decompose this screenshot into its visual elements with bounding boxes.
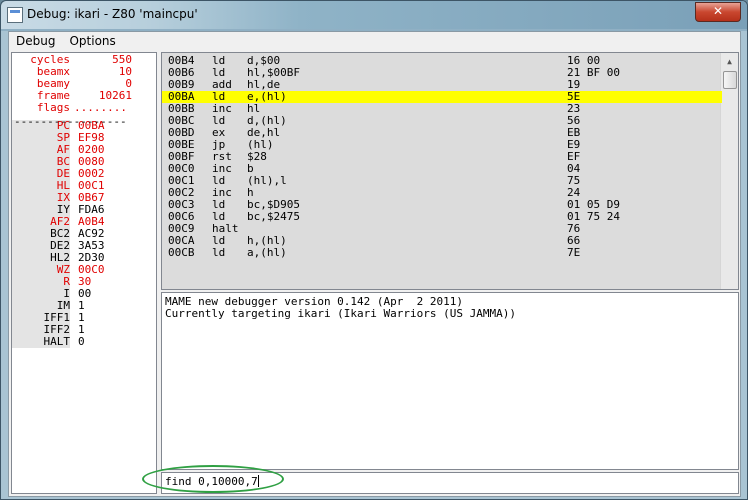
address: 00CB: [168, 246, 195, 259]
register-row: cycles 550: [12, 54, 156, 66]
register-name: HALT: [12, 336, 70, 348]
scroll-up-arrow-icon[interactable]: ▲: [721, 53, 738, 70]
register-value: 0: [78, 335, 85, 348]
disassembly-row[interactable]: 00CB ld a,(hl) 7E: [162, 247, 722, 259]
register-row: beamy 0: [12, 78, 156, 90]
disassembly-row[interactable]: 00C2 inc h 24: [162, 187, 722, 199]
menu-options[interactable]: Options: [62, 32, 122, 50]
register-separator: -----------------: [14, 115, 127, 128]
disassembly-row[interactable]: 00C0 inc b 04: [162, 163, 722, 175]
window-title: Debug: ikari - Z80 'maincpu': [27, 7, 198, 21]
disassembly-row[interactable]: 00B6 ld hl,$00BF 21 BF 00: [162, 67, 722, 79]
app-icon: [7, 7, 23, 23]
current-instruction-row[interactable]: 00BA ld e,(hl) 5E: [162, 91, 722, 103]
register-value: ........: [74, 101, 127, 114]
disassembly-row[interactable]: 00BB inc hl 23: [162, 103, 722, 115]
scroll-thumb[interactable]: [723, 71, 737, 89]
title-bar[interactable]: Debug: ikari - Z80 'maincpu' ✕: [1, 1, 747, 29]
disassembly-row[interactable]: 00BE jp (hl) E9: [162, 139, 722, 151]
disassembly-row[interactable]: 00BC ld d,(hl) 56: [162, 115, 722, 127]
operands: a,(hl): [247, 246, 287, 259]
console-line: Currently targeting ikari (Ikari Warrior…: [165, 307, 516, 320]
registers-pane[interactable]: cycles 550 beamx 10 beamy 0 frame 10261 flags...…: [11, 52, 157, 494]
disassembly-row[interactable]: 00BF rst $28 EF: [162, 151, 722, 163]
disassembly-row[interactable]: 00C3 ld bc,$D905 01 05 D9: [162, 199, 722, 211]
register-name: R: [12, 276, 70, 288]
debugger-window: Debug: ikari - Z80 'maincpu' ✕ Debug Opti…: [0, 0, 748, 500]
disassembly-row[interactable]: 00BD ex de,hl EB: [162, 127, 722, 139]
disassembly-row[interactable]: 00C9 halt 76: [162, 223, 722, 235]
operands: bc,$2475: [247, 210, 300, 223]
opcode-bytes: 7E: [567, 246, 581, 259]
register-value: 10: [118, 65, 132, 78]
register-name: WZ: [12, 264, 70, 276]
disassembly-row[interactable]: 00C1 ld (hl),l 75: [162, 175, 722, 187]
console-output[interactable]: MAME new debugger version 0.142 (Apr 2 2…: [161, 292, 739, 470]
disassembly-pane[interactable]: ▲ 00B4 ld d,$00 16 00 00B6 ld hl,$00BF 21 BF 00…: [161, 52, 739, 290]
disassembly-scrollbar[interactable]: ▲: [720, 53, 738, 289]
disassembly-row[interactable]: 00C6 ld bc,$2475 01 75 24: [162, 211, 722, 223]
menu-bar: Debug Options: [9, 32, 740, 50]
register-name: flags: [36, 101, 70, 114]
disassembly-row[interactable]: 00B9 add hl,de 19: [162, 79, 722, 91]
mnemonic: ld: [212, 246, 226, 259]
register-row: HALT 0: [12, 336, 156, 348]
register-row: beamx 10: [12, 66, 156, 78]
register-row: flags........: [12, 102, 156, 114]
annotation-oval: [142, 465, 284, 493]
disassembly-row[interactable]: 00B4 ld d,$00 16 00: [162, 55, 722, 67]
disassembly-row[interactable]: 00CA ld h,(hl) 66: [162, 235, 722, 247]
close-button[interactable]: ✕: [695, 2, 741, 22]
menu-debug[interactable]: Debug: [9, 32, 62, 50]
client-area: Debug Options cycles 550 beamx 10 beamy 0 frame…: [8, 31, 741, 497]
